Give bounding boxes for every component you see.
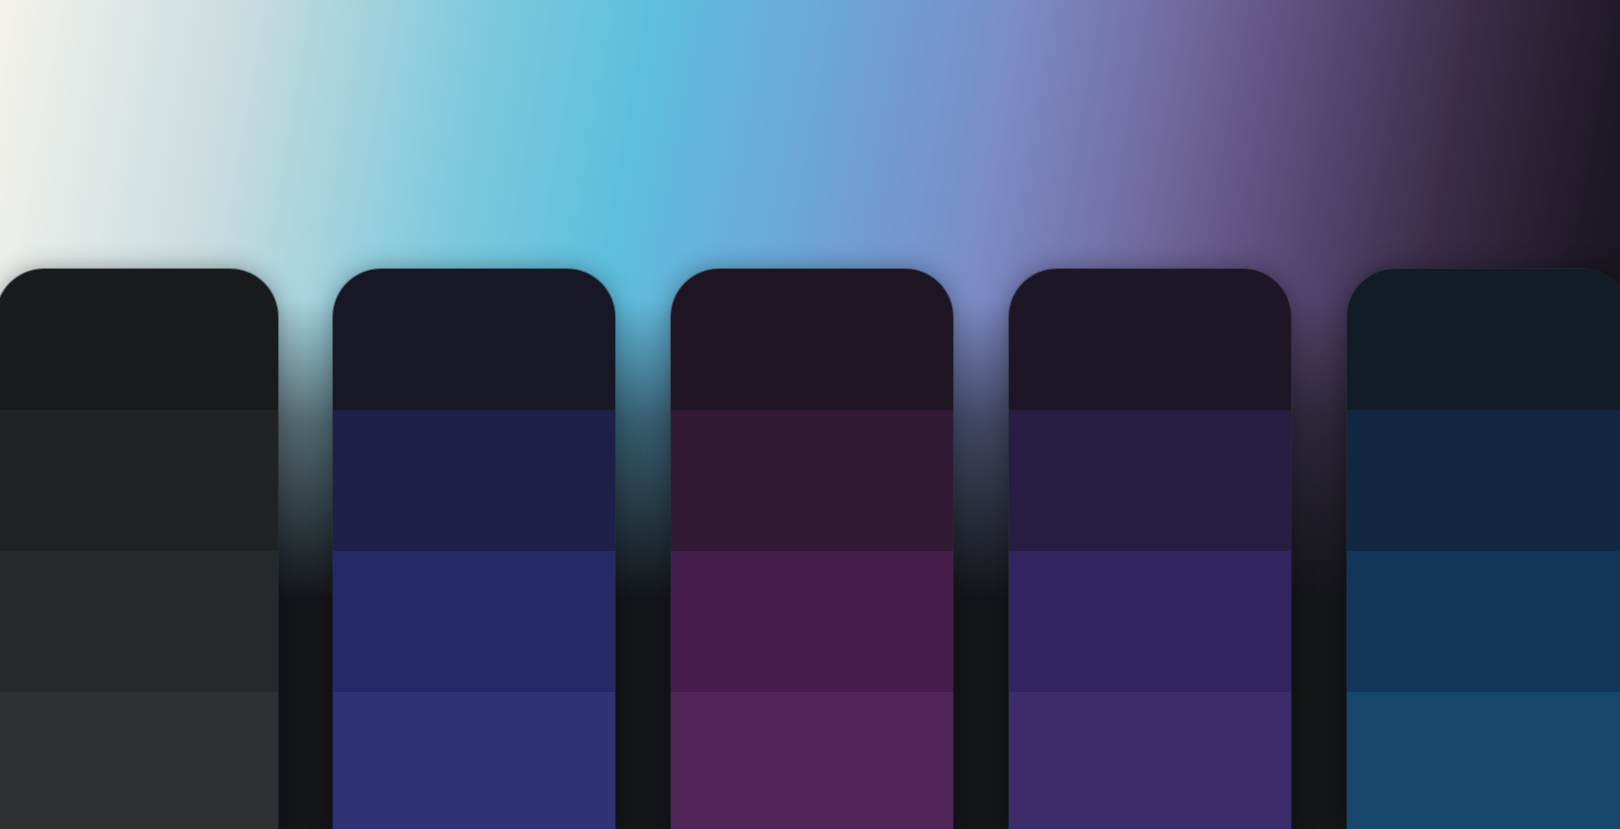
shade-3: [333, 551, 615, 692]
shade-1: [671, 269, 953, 410]
shade-4: [1009, 692, 1291, 829]
shade-2: [0, 410, 278, 551]
shade-2: [1009, 410, 1291, 551]
shade-2: [1347, 410, 1620, 551]
shade-1: [0, 269, 278, 410]
shade-3: [1009, 551, 1291, 692]
palette-swatch-blue[interactable]: [1347, 269, 1620, 829]
palette-swatch-violet[interactable]: [1009, 269, 1291, 829]
shade-1: [1347, 269, 1620, 410]
shade-3: [671, 551, 953, 692]
palette-swatch-plum[interactable]: [671, 269, 953, 829]
shade-4: [671, 692, 953, 829]
shade-3: [0, 551, 278, 692]
palette-swatch-indigo[interactable]: [333, 269, 615, 829]
shade-4: [1347, 692, 1620, 829]
palette-swatch-gray[interactable]: [0, 269, 278, 829]
shade-2: [671, 410, 953, 551]
shade-1: [1009, 269, 1291, 410]
shade-4: [0, 692, 278, 829]
shade-1: [333, 269, 615, 410]
shade-2: [333, 410, 615, 551]
shade-3: [1347, 551, 1620, 692]
shade-4: [333, 692, 615, 829]
